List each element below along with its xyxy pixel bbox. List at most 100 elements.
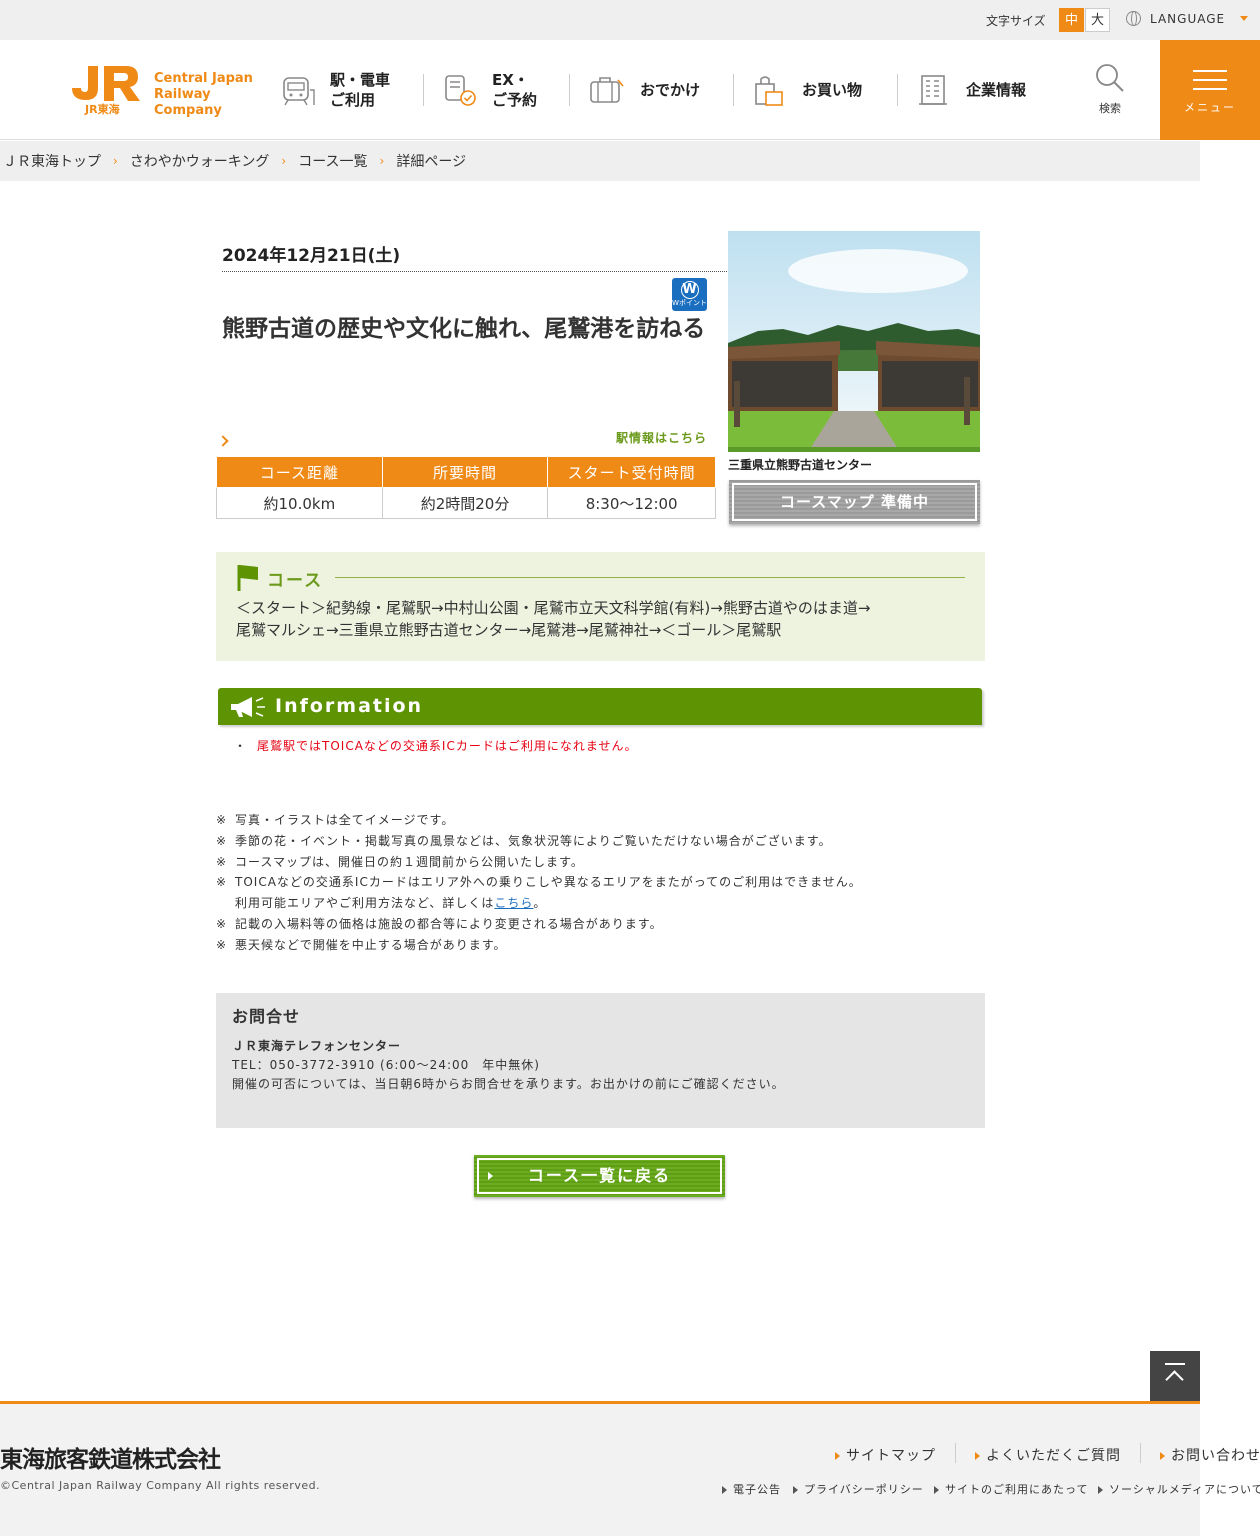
course-heading: コース xyxy=(267,571,324,591)
nav-outing[interactable]: おでかけ xyxy=(588,40,700,140)
contact-box: お問合せ ＪＲ東海テレフォンセンター TEL：050-3772-3910 (6:… xyxy=(216,993,985,1128)
nav-label-shopping: お買い物 xyxy=(802,81,863,99)
back-to-course-list-button[interactable]: コース一覧に戻る xyxy=(474,1155,725,1197)
divider xyxy=(222,271,727,272)
note-item: ※ コースマップは、開催日の約１週間前から公開いたします。 xyxy=(216,854,584,869)
nav-ex-reservation[interactable]: EX・ ご予約 xyxy=(442,40,537,140)
note-item: ※ 記載の入場料等の価格は施設の都合等により変更される場合があります。 xyxy=(216,916,663,931)
footer-link-public-notice[interactable]: 電子公告 xyxy=(722,1481,781,1497)
footer-link-sitemap[interactable]: サイトマップ xyxy=(835,1445,936,1465)
footer-company-name: 東海旅客鉄道株式会社 xyxy=(0,1447,221,1473)
contact-title: お問合せ xyxy=(232,1007,301,1026)
play-arrow-icon xyxy=(1098,1486,1103,1494)
header-duration: 所要時間 xyxy=(381,456,549,488)
jr-central-logo[interactable]: JR東海 Central Japan Railway Company xyxy=(70,64,275,118)
breadcrumb-item-course-list[interactable]: コース一覧 xyxy=(298,151,367,171)
footer-link-contact[interactable]: お問い合わせ xyxy=(1160,1445,1260,1465)
search-button[interactable]: 検索 xyxy=(1090,62,1130,116)
menu-icon xyxy=(1193,70,1227,72)
note-item: ※ 季節の花・イベント・掲載写真の風景などは、気象状況等によりご覧いただけない場合… xyxy=(216,833,832,848)
chevron-right-icon: › xyxy=(379,154,385,168)
building-icon xyxy=(919,75,947,105)
copyright: ©Central Japan Railway Company All right… xyxy=(0,1479,321,1492)
font-size-medium-button[interactable]: 中 xyxy=(1059,8,1084,32)
chevron-right-icon: › xyxy=(281,154,287,168)
chevron-right-icon: › xyxy=(113,154,118,168)
logo-sub-text: JR東海 xyxy=(85,103,120,116)
footer-link-social-media[interactable]: ソーシャルメディアについて xyxy=(1098,1481,1260,1497)
station-info-link[interactable]: 駅情報はこちら xyxy=(616,429,707,446)
w-point-badge: W Wポイント xyxy=(672,278,707,311)
nav-station-train[interactable]: 駅・電車 ご利用 xyxy=(280,40,390,140)
play-arrow-icon xyxy=(793,1486,798,1494)
contact-name: ＪＲ東海テレフォンセンター xyxy=(232,1039,402,1053)
course-route-text: ＜スタート＞紀勢線・尾鷲駅→中村山公園・尾鷲市立天文科学館(有料)→熊野古道やの… xyxy=(236,599,871,639)
flag-icon xyxy=(237,565,258,591)
note-item: 利用可能エリアやご利用方法など、詳しくはこちら。 xyxy=(235,896,547,911)
breadcrumb-item-top[interactable]: ＪＲ東海トップ xyxy=(3,151,101,171)
nav-label-station: 駅・電車 ご利用 xyxy=(330,71,391,109)
course-info-table: コース距離 所要時間 スタート受付時間 約10.0km 約2時間20分 8:30… xyxy=(216,456,716,519)
information-header: Information xyxy=(218,688,982,725)
globe-icon xyxy=(1126,11,1141,26)
play-arrow-icon xyxy=(488,1172,493,1180)
footer-link-faq[interactable]: よくいただくご質問 xyxy=(975,1445,1121,1465)
notes-list: ※ 写真・イラストは全てイメージです。 ※ 季節の花・イベント・掲載写真の風景などは… xyxy=(216,810,862,956)
site-header: JR東海 Central Japan Railway Company 駅・電車 … xyxy=(0,40,1260,140)
nav-divider xyxy=(423,74,424,106)
note-item: ※ 写真・イラストは全てイメージです。 xyxy=(216,813,455,827)
play-arrow-icon xyxy=(975,1452,980,1460)
note-item: ※ TOICAなどの交通系ICカードはエリア外への乗りこしや異なるエリアをまたがっ… xyxy=(216,875,862,890)
nav-label-outing: おでかけ xyxy=(640,81,701,99)
course-map-button[interactable]: コースマップ 準備中 xyxy=(729,480,980,524)
shopping-bag-icon xyxy=(755,76,783,106)
footer-link-privacy[interactable]: プライバシーポリシー xyxy=(793,1481,924,1497)
nav-divider xyxy=(733,74,734,106)
menu-button[interactable]: メニュー xyxy=(1160,40,1260,140)
information-title: Information xyxy=(275,695,424,717)
contact-phone: TEL：050-3772-3910 (6:00～24:00 年中無休) xyxy=(232,1058,540,1072)
page-top-button[interactable] xyxy=(1150,1351,1200,1401)
caret-down-icon xyxy=(1240,16,1249,21)
breadcrumb-item-detail: 詳細ページ xyxy=(396,154,467,170)
nav-shopping[interactable]: お買い物 xyxy=(752,40,862,140)
search-label: 検索 xyxy=(1099,102,1121,115)
chevron-right-icon xyxy=(217,435,229,447)
logo-text: Central Japan Railway Company xyxy=(154,71,253,118)
utility-bar: 文字サイズ 中 大 LANGUAGE xyxy=(0,0,1260,40)
note-item: ※ 悪天候などで開催を中止する場合があります。 xyxy=(216,937,507,952)
contact-note: 開催の可否については、当日朝6時からお問合せを承ります。お出かけの前にご確認くだ… xyxy=(232,1077,785,1091)
breadcrumb-item-walking[interactable]: さわやかウォーキング xyxy=(130,151,270,171)
footer-divider xyxy=(1140,1443,1141,1463)
play-arrow-icon xyxy=(1160,1452,1165,1460)
value-duration: 約2時間20分 xyxy=(381,487,549,519)
site-footer: 東海旅客鉄道株式会社 ©Central Japan Railway Compan… xyxy=(0,1401,1200,1536)
nav-corporate[interactable]: 企業情報 xyxy=(916,40,1026,140)
search-icon xyxy=(1096,64,1124,92)
nav-label-corporate: 企業情報 xyxy=(966,81,1027,99)
jr-logo-icon xyxy=(72,66,140,101)
reservation-icon xyxy=(445,75,476,106)
value-start-time: 8:30～12:00 xyxy=(547,487,716,519)
header-start-time: スタート受付時間 xyxy=(547,456,716,488)
font-size-label: 文字サイズ xyxy=(986,14,1046,28)
footer-divider xyxy=(955,1443,956,1463)
train-icon xyxy=(283,77,315,106)
language-selector[interactable]: LANGUAGE xyxy=(1126,11,1249,26)
language-label: LANGUAGE xyxy=(1150,11,1226,26)
megaphone-icon xyxy=(231,697,265,717)
information-item: ・尾鷲駅ではTOICAなどの交通系ICカードはご利用になれません。 xyxy=(234,739,638,753)
footer-link-terms[interactable]: サイトのご利用にあたって xyxy=(934,1481,1088,1497)
w-point-icon: W xyxy=(680,281,699,299)
value-distance: 約10.0km xyxy=(216,487,383,519)
menu-label: メニュー xyxy=(1184,101,1236,114)
breadcrumb: ＪＲ東海トップ › さわやかウォーキング › コース一覧 › 詳細ページ xyxy=(0,141,1200,181)
ic-card-info-link[interactable]: こちら xyxy=(494,896,533,910)
play-arrow-icon xyxy=(722,1486,727,1494)
header-distance: コース距離 xyxy=(216,456,383,488)
divider xyxy=(335,577,965,578)
font-size-large-button[interactable]: 大 xyxy=(1085,8,1110,32)
w-point-label: Wポイント xyxy=(672,299,707,307)
nav-label-ex: EX・ ご予約 xyxy=(492,71,538,109)
course-title: 熊野古道の歴史や文化に触れ、尾鷲港を訪ねる xyxy=(222,316,706,342)
